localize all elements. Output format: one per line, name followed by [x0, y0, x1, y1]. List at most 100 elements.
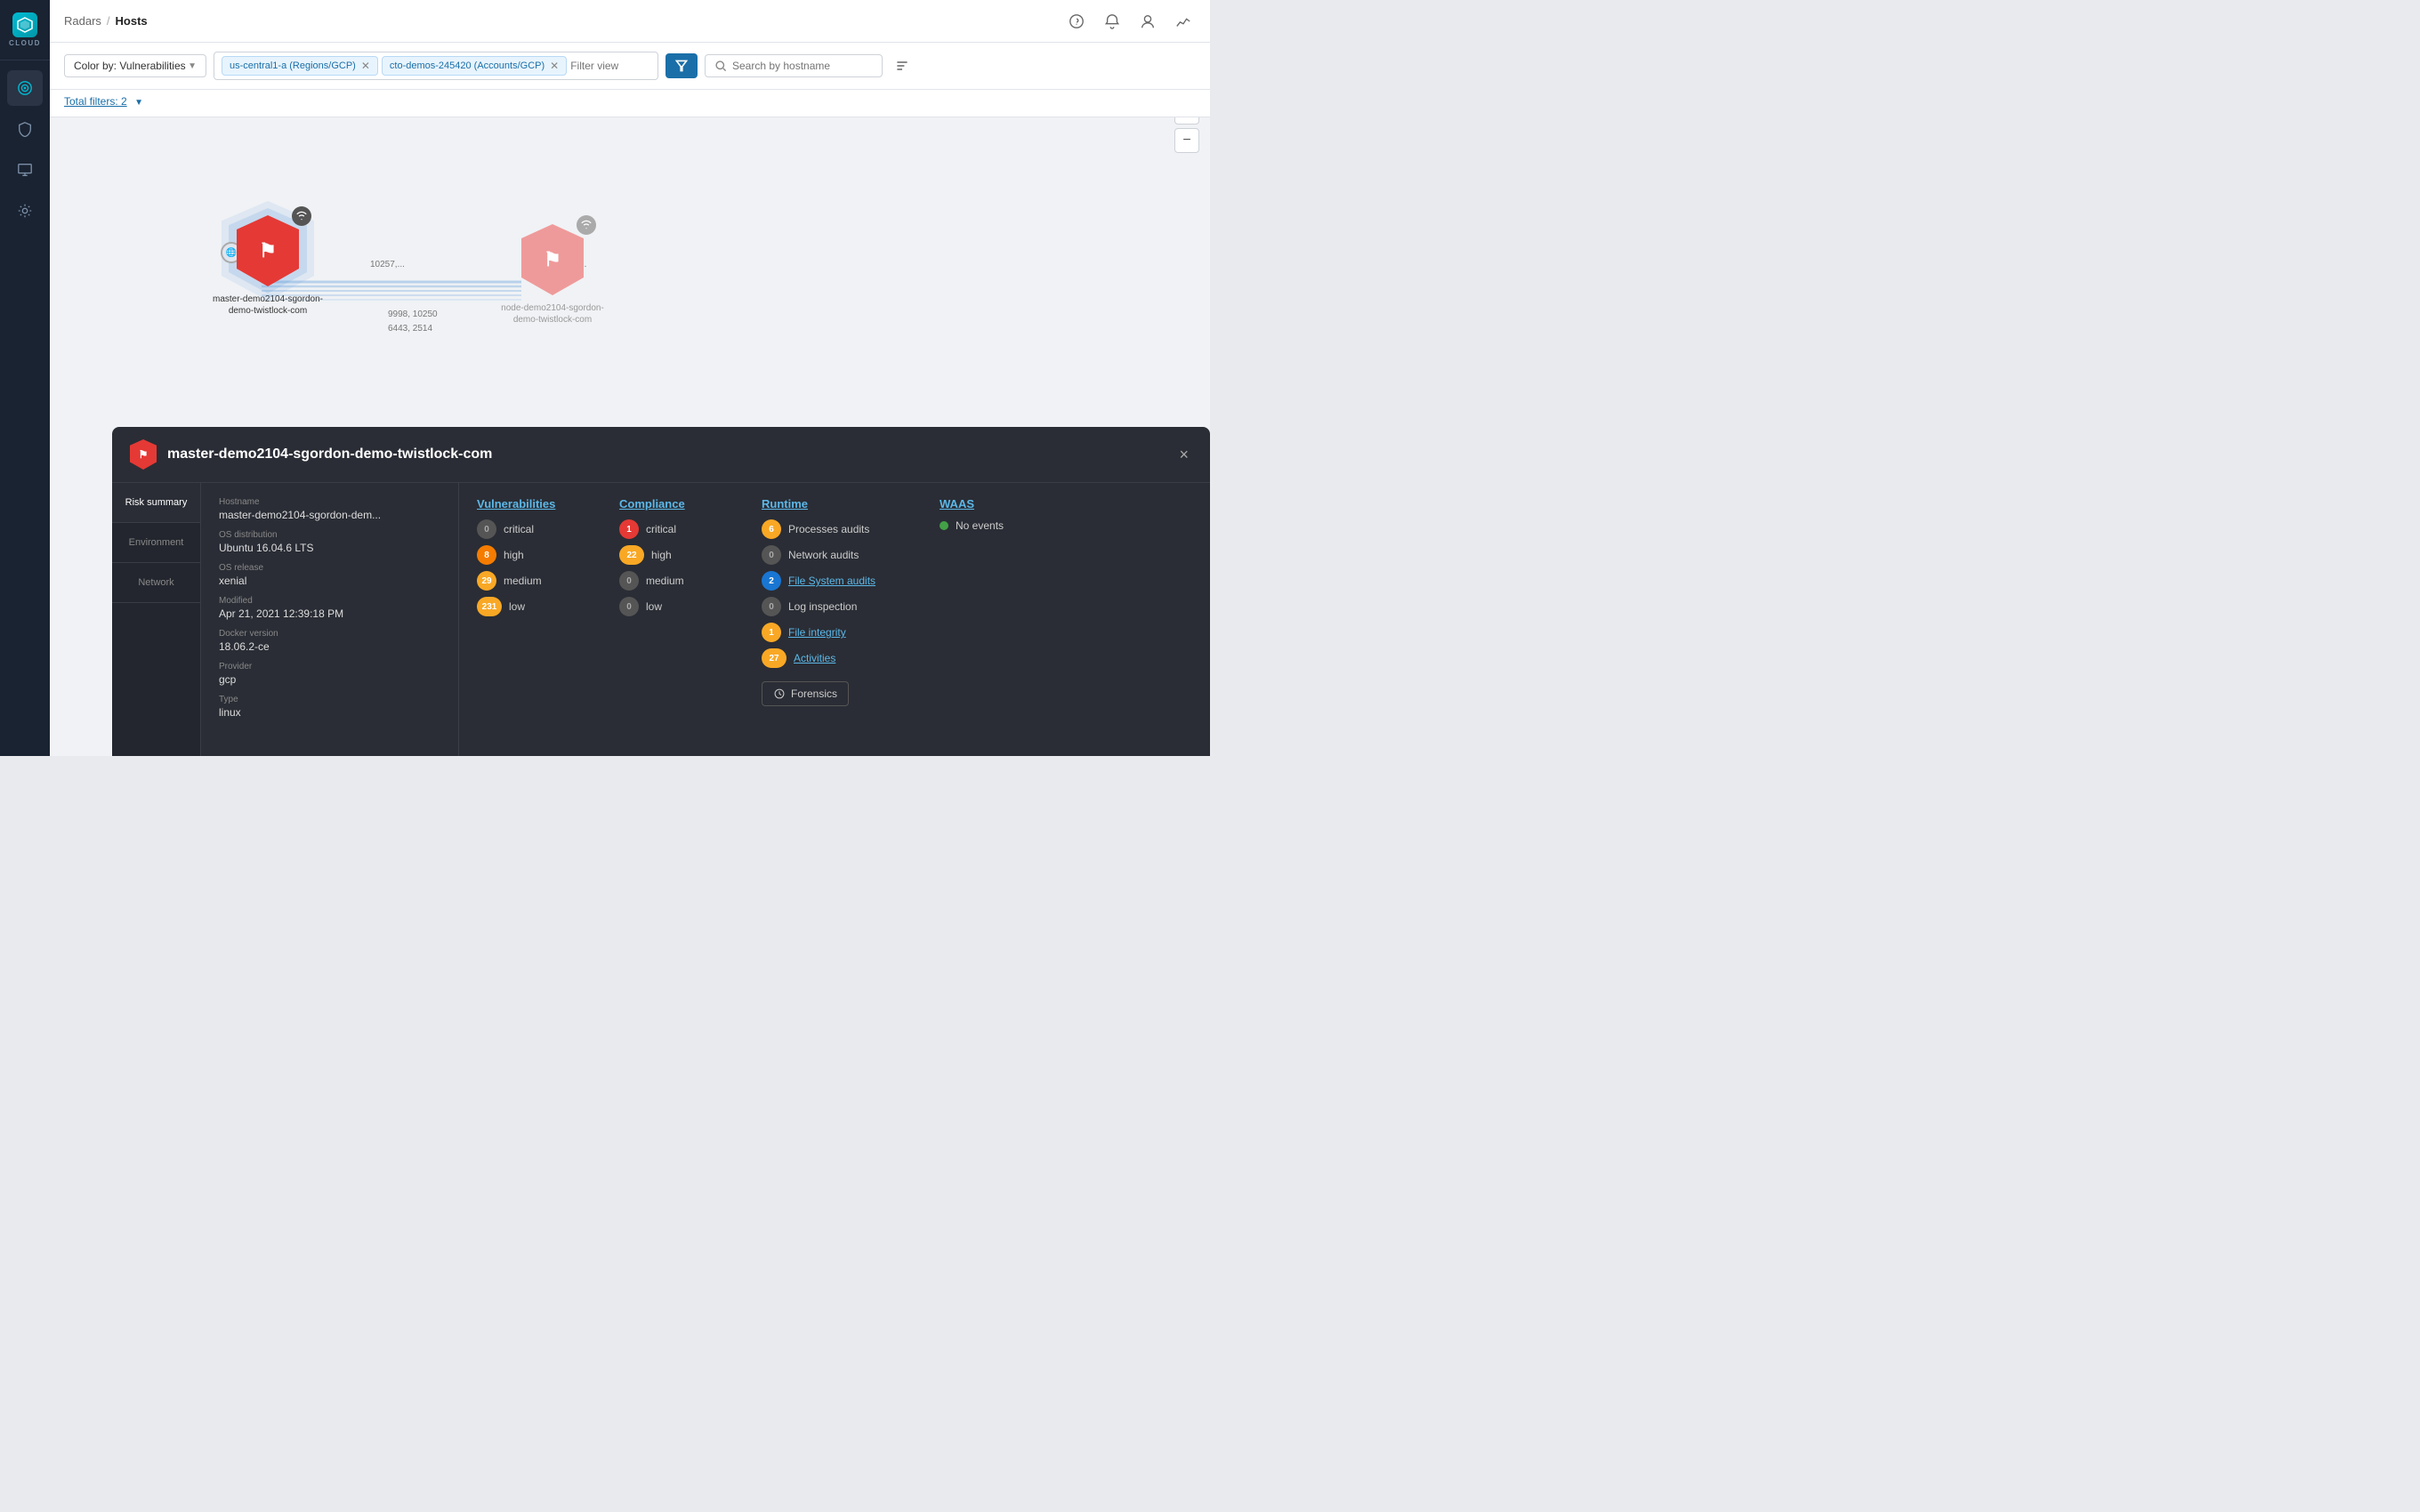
runtime-act-label[interactable]: Activities	[794, 652, 835, 664]
runtime-log-badge: 0	[762, 597, 781, 616]
docker-label: Docker version	[219, 629, 440, 639]
node-worker-shield-icon: ⚑	[544, 248, 561, 271]
total-filters-label[interactable]: Total filters: 2	[64, 95, 127, 108]
filter-input[interactable]	[570, 60, 650, 72]
comp-medium-badge: 0	[619, 571, 639, 591]
user-icon[interactable]	[1135, 9, 1160, 34]
vuln-low-badge: 231	[477, 597, 502, 616]
sidebar-item-security[interactable]	[7, 111, 43, 147]
vuln-medium-row: 29 medium	[477, 571, 593, 591]
port-label-mid1: 9998, 10250	[388, 310, 438, 319]
chart-icon[interactable]	[1171, 9, 1196, 34]
help-icon[interactable]	[1064, 9, 1089, 34]
vuln-medium-badge: 29	[477, 571, 496, 591]
forensics-icon	[773, 688, 786, 700]
comp-medium-row: 0 medium	[619, 571, 735, 591]
os-dist-value: Ubuntu 16.04.6 LTS	[219, 542, 440, 554]
detail-title: master-demo2104-sgordon-demo-twistlock-c…	[167, 446, 1165, 462]
node-worker-shield-main: ⚑	[521, 224, 584, 295]
filter-chip-region-remove[interactable]: ✕	[361, 60, 370, 71]
detail-panel: ⚑ master-demo2104-sgordon-demo-twistlock…	[112, 427, 1210, 756]
sidebar: CLOUD	[0, 0, 50, 756]
comp-high-label: high	[651, 549, 672, 561]
header: Radars / Hosts	[50, 0, 1210, 43]
tab-network[interactable]: Network	[112, 563, 200, 603]
runtime-act-badge: 27	[762, 648, 786, 668]
tab-environment[interactable]: Environment	[112, 523, 200, 563]
node-master-wifi-icon	[292, 206, 311, 226]
chevron-down-icon: ▼	[188, 61, 197, 71]
filter-chip-region-label: us-central1-a (Regions/GCP)	[230, 60, 356, 71]
os-dist-label: OS distribution	[219, 530, 440, 540]
search-expand-icon[interactable]	[890, 53, 915, 78]
zoom-in-button[interactable]: +	[1174, 117, 1199, 125]
waas-status-row: No events	[940, 519, 1055, 532]
vuln-high-label: high	[504, 549, 524, 561]
color-by-label: Color by: Vulnerabilities	[74, 60, 186, 72]
bell-icon[interactable]	[1100, 9, 1125, 34]
node-worker-label: node-demo2104-sgordon-demo-twistlock-com	[495, 302, 610, 326]
comp-high-badge: 22	[619, 545, 644, 565]
port-label-mid2: 6443, 2514	[388, 324, 432, 334]
info-row-type: Type linux	[219, 695, 440, 719]
detail-header: ⚑ master-demo2104-sgordon-demo-twistlock…	[112, 427, 1210, 483]
color-by-select[interactable]: Color by: Vulnerabilities ▼	[64, 54, 206, 77]
detail-close-button[interactable]: ×	[1175, 443, 1192, 466]
vuln-high-row: 8 high	[477, 545, 593, 565]
filter-apply-button[interactable]	[666, 53, 698, 78]
runtime-log-row: 0 Log inspection	[762, 597, 913, 616]
sidebar-item-settings[interactable]	[7, 193, 43, 229]
vulnerabilities-title[interactable]: Vulnerabilities	[477, 497, 593, 511]
compliance-title[interactable]: Compliance	[619, 497, 735, 511]
tab-risk-summary[interactable]: Risk summary	[112, 483, 200, 523]
detail-host-icon: ⚑	[130, 439, 157, 470]
search-input[interactable]	[732, 60, 873, 72]
type-label: Type	[219, 695, 440, 704]
breadcrumb-parent[interactable]: Radars	[64, 14, 101, 28]
total-filters-chevron[interactable]: ▼	[134, 98, 143, 108]
runtime-proc-label: Processes audits	[788, 523, 869, 535]
zoom-out-button[interactable]: −	[1174, 128, 1199, 153]
node-master[interactable]: ⚑ 🌐 master-demo2104-sgordon-demo-twistlo…	[210, 215, 326, 317]
comp-low-row: 0 low	[619, 597, 735, 616]
modified-value: Apr 21, 2021 12:39:18 PM	[219, 607, 440, 620]
runtime-title[interactable]: Runtime	[762, 497, 913, 511]
docker-value: 18.06.2-ce	[219, 640, 440, 653]
comp-low-label: low	[646, 600, 662, 613]
vuln-critical-badge: 0	[477, 519, 496, 539]
node-worker[interactable]: ⚑ node-demo2104-sgordon-demo-twistlock-c…	[495, 224, 610, 326]
comp-high-row: 22 high	[619, 545, 735, 565]
runtime-log-label: Log inspection	[788, 600, 857, 613]
sidebar-item-monitor[interactable]	[7, 152, 43, 188]
forensics-button[interactable]: Forensics	[762, 681, 849, 706]
port-label-top1: 10257,...	[370, 260, 405, 269]
runtime-fs-badge: 2	[762, 571, 781, 591]
filter-chip-region[interactable]: us-central1-a (Regions/GCP) ✕	[222, 56, 378, 76]
provider-value: gcp	[219, 673, 440, 686]
node-master-icon-wrapper: ⚑ 🌐	[237, 215, 299, 286]
detail-body: Risk summary Environment Network Hostnam…	[112, 483, 1210, 756]
runtime-fs-label[interactable]: File System audits	[788, 575, 875, 587]
node-master-shield-icon: ⚑	[259, 239, 277, 262]
filter-chip-account[interactable]: cto-demos-245420 (Accounts/GCP) ✕	[382, 56, 567, 76]
compliance-section: Compliance 1 critical 22 high 0 medium	[619, 497, 735, 742]
node-worker-icon-wrapper: ⚑	[521, 224, 584, 295]
detail-info-section: Hostname master-demo2104-sgordon-dem... …	[201, 483, 459, 756]
sidebar-item-radar[interactable]	[7, 70, 43, 106]
sidebar-logo: CLOUD	[0, 0, 50, 60]
runtime-fi-label[interactable]: File integrity	[788, 626, 846, 639]
filter-box: us-central1-a (Regions/GCP) ✕ cto-demos-…	[214, 52, 658, 80]
waas-status-label: No events	[956, 519, 1004, 532]
runtime-net-badge: 0	[762, 545, 781, 565]
filter-chip-account-remove[interactable]: ✕	[550, 60, 559, 71]
breadcrumb-separator: /	[107, 14, 110, 28]
breadcrumb: Radars / Hosts	[64, 14, 148, 28]
info-row-modified: Modified Apr 21, 2021 12:39:18 PM	[219, 596, 440, 620]
header-actions	[1064, 9, 1196, 34]
hostname-label: Hostname	[219, 497, 440, 507]
comp-critical-badge: 1	[619, 519, 639, 539]
runtime-fi-badge: 1	[762, 623, 781, 642]
type-value: linux	[219, 706, 440, 719]
runtime-section: Runtime 6 Processes audits 0 Network aud…	[762, 497, 913, 742]
waas-title[interactable]: WAAS	[940, 497, 1055, 511]
